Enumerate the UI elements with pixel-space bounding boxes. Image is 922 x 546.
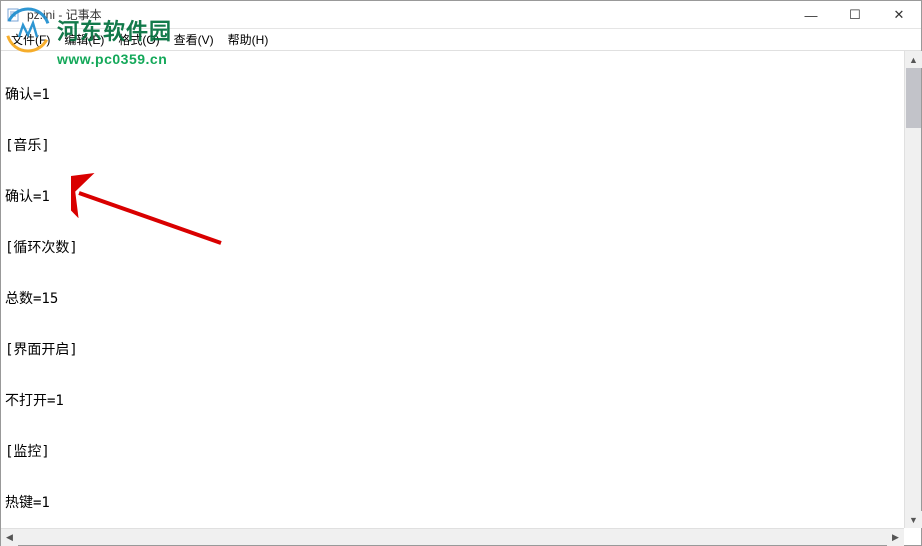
maximize-button[interactable]: ☐ (833, 1, 877, 29)
scroll-thumb[interactable] (906, 68, 921, 128)
text-line: 不打开=1 (5, 393, 917, 410)
text-line: 确认=1 (5, 87, 917, 104)
vertical-scrollbar[interactable]: ▲ ▼ (904, 51, 921, 528)
editor-area[interactable]: 确认=1 [音乐] 确认=1 [循环次数] 总数=15 [界面开启] 不打开=1… (1, 51, 921, 545)
close-button[interactable]: ✕ (877, 1, 921, 29)
text-content[interactable]: 确认=1 [音乐] 确认=1 [循环次数] 总数=15 [界面开启] 不打开=1… (1, 51, 921, 545)
titlebar: pz.ini - 记事本 — ☐ ✕ (1, 1, 921, 29)
text-line: [循环次数] (5, 240, 917, 257)
minimize-button[interactable]: — (789, 1, 833, 29)
window-title: pz.ini - 记事本 (27, 6, 102, 23)
scroll-left-icon[interactable]: ◀ (1, 529, 18, 546)
menu-format[interactable]: 格式(O) (112, 29, 165, 50)
horizontal-scrollbar[interactable]: ◀ ▶ (1, 528, 904, 545)
text-line: 确认=1 (5, 189, 917, 206)
menubar: 文件(F) 编辑(E) 格式(O) 查看(V) 帮助(H) (1, 29, 921, 51)
scroll-right-icon[interactable]: ▶ (887, 529, 904, 546)
menu-file[interactable]: 文件(F) (5, 29, 56, 50)
text-line: 热键=1 (5, 495, 917, 512)
text-line: [监控] (5, 444, 917, 461)
window-controls: — ☐ ✕ (789, 1, 921, 29)
menu-help[interactable]: 帮助(H) (222, 29, 275, 50)
scroll-down-icon[interactable]: ▼ (905, 511, 922, 528)
notepad-icon (7, 8, 21, 22)
text-line: [界面开启] (5, 342, 917, 359)
text-line: 总数=15 (5, 291, 917, 308)
text-line: [音乐] (5, 138, 917, 155)
scroll-up-icon[interactable]: ▲ (905, 51, 922, 68)
menu-view[interactable]: 查看(V) (168, 29, 220, 50)
menu-edit[interactable]: 编辑(E) (58, 29, 110, 50)
